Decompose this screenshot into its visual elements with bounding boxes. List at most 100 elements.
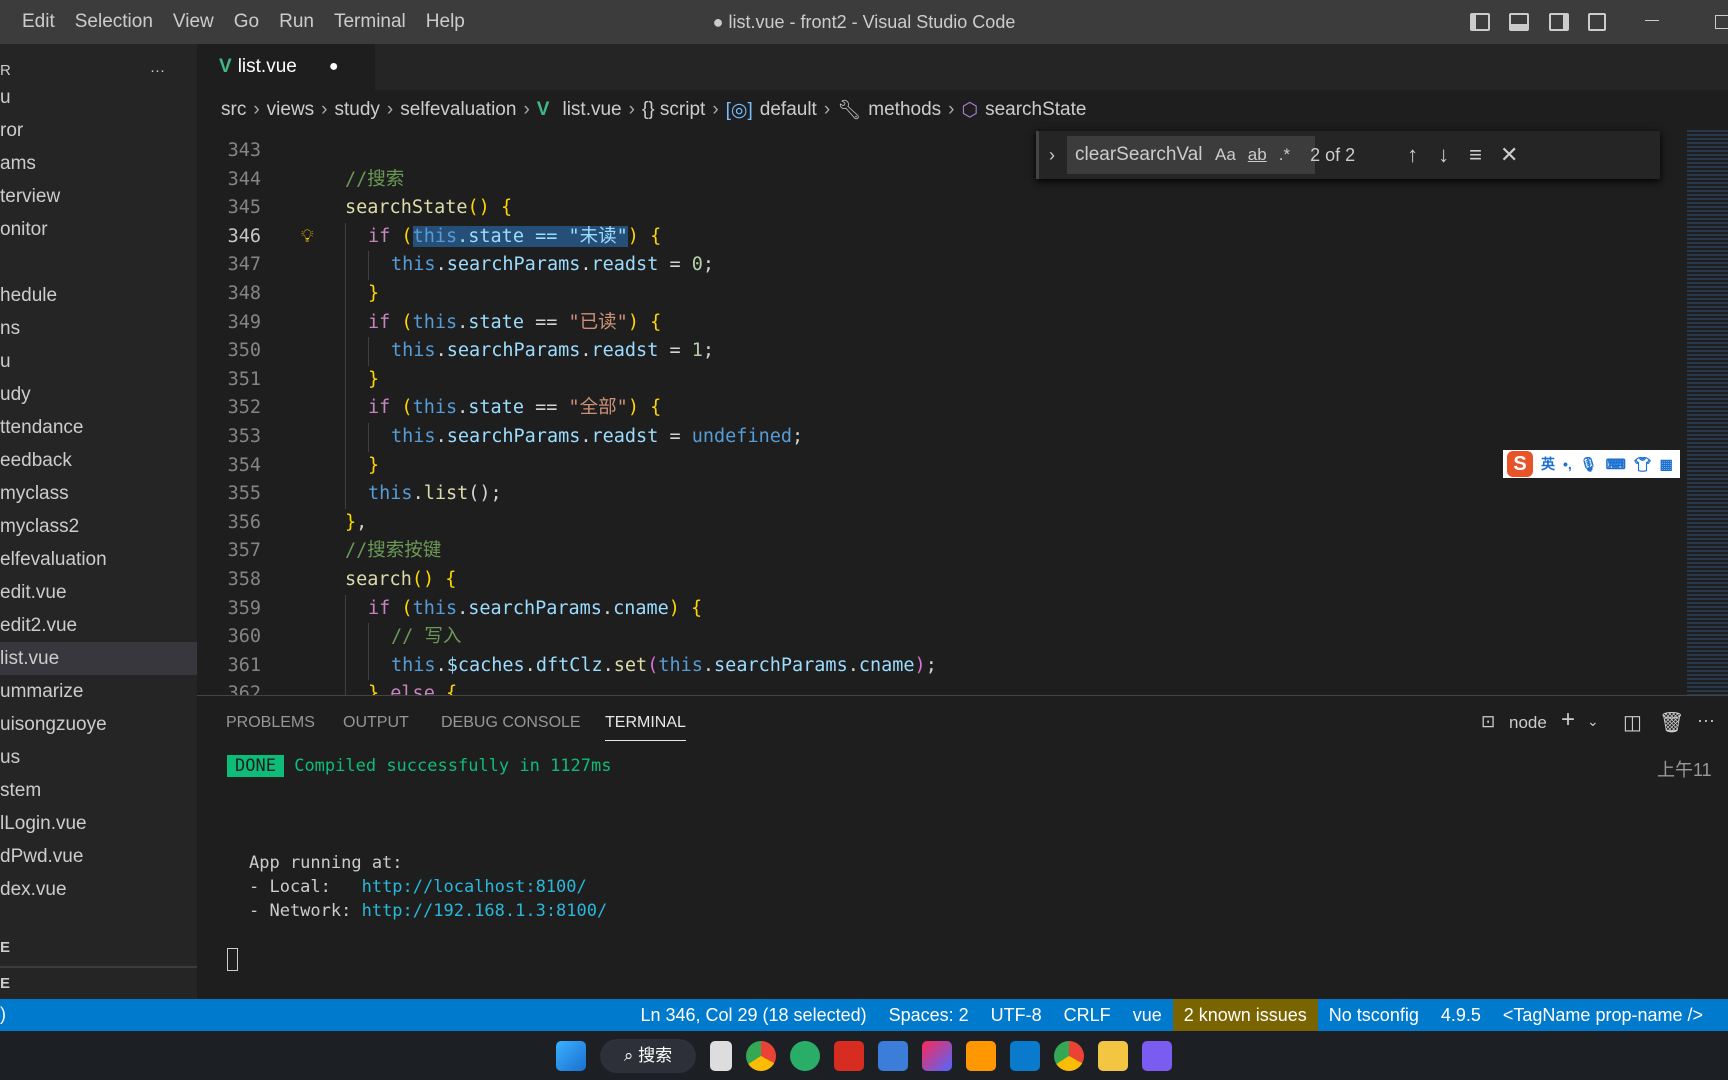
code-line[interactable]: } — [368, 280, 379, 309]
explorer-item[interactable]: myclass2 — [0, 510, 197, 543]
toggle-sidebar-icon[interactable] — [1470, 13, 1490, 31]
explorer-item[interactable]: ams — [0, 147, 197, 180]
skin-icon[interactable]: 👕︎ — [1634, 456, 1652, 473]
status-ts-version[interactable]: 4.9.5 — [1430, 999, 1492, 1031]
terminal-dropdown-icon[interactable]: ⌄ — [1587, 713, 1599, 730]
tab-output[interactable]: OUTPUT — [343, 714, 409, 732]
explorer-item[interactable]: u — [0, 345, 197, 378]
whole-word-button[interactable]: ab — [1248, 145, 1267, 165]
split-terminal-icon[interactable]: ◫ — [1623, 710, 1642, 735]
timeline-section[interactable]: E — [0, 975, 10, 992]
code-line[interactable]: search() { — [345, 566, 456, 595]
sublime-icon[interactable] — [966, 1040, 996, 1071]
toolbox-icon[interactable]: ▦ — [1660, 456, 1673, 473]
explorer-item[interactable]: ummarize — [0, 675, 197, 708]
status-indentation[interactable]: Spaces: 2 — [878, 999, 980, 1031]
menu-selection[interactable]: Selection — [65, 11, 163, 33]
code-line[interactable]: if (this.state == "未读") { — [368, 223, 661, 252]
status-encoding[interactable]: UTF-8 — [980, 999, 1053, 1031]
unsaved-dot-icon[interactable]: ● — [329, 58, 339, 76]
panel-more-icon[interactable]: ··· — [1697, 710, 1715, 731]
code-line[interactable]: this.searchParams.readst = 1; — [391, 337, 714, 366]
app-icon[interactable] — [1142, 1040, 1172, 1071]
breadcrumb-selfevaluation[interactable]: selfevaluation — [400, 99, 516, 121]
explorer-item[interactable]: ttendance — [0, 411, 197, 444]
breadcrumb-study[interactable]: study — [335, 99, 380, 121]
breadcrumb-src[interactable]: src — [221, 99, 246, 121]
code-line[interactable]: if (this.searchParams.cname) { — [368, 595, 702, 624]
explorer-item[interactable]: list.vue — [0, 642, 197, 675]
close-find-icon[interactable]: ✕ — [1500, 142, 1518, 168]
explorer-item[interactable]: hedule — [0, 279, 197, 312]
match-case-button[interactable]: Aa — [1215, 145, 1236, 165]
video-app-icon[interactable] — [878, 1040, 908, 1071]
tab-debug-console[interactable]: DEBUG CONSOLE — [441, 714, 581, 732]
menu-view[interactable]: View — [163, 11, 224, 33]
code-editor[interactable]: 343 344//搜索 345 searchState() {346 if (this.… — [197, 130, 1687, 695]
toggle-replace-chevron-icon[interactable]: › — [1049, 145, 1055, 166]
tab-problems[interactable]: PROBLEMS — [226, 714, 315, 732]
tab-list-vue[interactable]: V list.vue ● — [197, 44, 375, 90]
windows-start-icon[interactable] — [556, 1040, 586, 1071]
explorer-item[interactable]: edit.vue — [0, 576, 197, 609]
explorer-item[interactable]: dPwd.vue — [0, 840, 197, 873]
status-tag-casing[interactable]: <TagName prop-name /> — [1492, 999, 1714, 1031]
taskbar-search[interactable]: ⌕ 搜索 — [600, 1038, 696, 1073]
menu-terminal[interactable]: Terminal — [324, 11, 416, 33]
explorer-item[interactable]: myclass — [0, 477, 197, 510]
code-line[interactable]: } else { — [368, 680, 457, 695]
explorer-item[interactable] — [0, 246, 197, 279]
ime-language[interactable]: 英 — [1541, 454, 1555, 474]
jetbrains-icon[interactable] — [922, 1040, 952, 1071]
regex-button[interactable]: .* — [1279, 145, 1290, 165]
code-line[interactable]: } — [368, 366, 379, 395]
status-language[interactable]: vue — [1122, 999, 1173, 1031]
task-view-icon[interactable] — [710, 1040, 732, 1071]
status-tsconfig[interactable]: No tsconfig — [1318, 999, 1430, 1031]
explorer-item[interactable]: terview — [0, 180, 197, 213]
code-line[interactable]: this.$caches.dftClz.set(this.searchParam… — [391, 652, 937, 681]
terminal-shell-name[interactable]: node — [1509, 713, 1547, 733]
code-line[interactable]: this.searchParams.readst = undefined; — [391, 423, 803, 452]
explorer-item[interactable]: eedback — [0, 444, 197, 477]
status-remote[interactable]: ) — [0, 1004, 6, 1025]
code-line[interactable]: // 写入 — [391, 623, 461, 652]
toggle-secondary-sidebar-icon[interactable] — [1549, 13, 1569, 31]
ime-punctuation[interactable]: •, — [1563, 456, 1572, 472]
menu-edit[interactable]: Edit — [12, 11, 65, 33]
status-eol[interactable]: CRLF — [1053, 999, 1122, 1031]
find-in-selection-icon[interactable]: ≡ — [1469, 142, 1482, 168]
code-line[interactable]: if (this.state == "已读") { — [368, 309, 661, 338]
explorer-item[interactable]: u — [0, 81, 197, 114]
new-terminal-icon[interactable]: + — [1561, 706, 1575, 734]
breadcrumb-searchstate[interactable]: searchState — [985, 99, 1086, 121]
previous-match-icon[interactable]: ↑ — [1407, 142, 1418, 168]
outline-section[interactable]: E — [0, 939, 10, 956]
explorer-more-button[interactable]: ··· — [150, 62, 165, 79]
breadcrumb-default[interactable]: default — [760, 99, 817, 121]
code-line[interactable]: this.list(); — [368, 480, 502, 509]
explorer-item[interactable]: udy — [0, 378, 197, 411]
code-line[interactable]: } — [368, 452, 379, 481]
breadcrumb-methods[interactable]: methods — [868, 99, 941, 121]
status-cursor-position[interactable]: Ln 346, Col 29 (18 selected) — [629, 999, 877, 1031]
customize-layout-icon[interactable] — [1588, 13, 1606, 31]
explorer-item[interactable]: stem — [0, 774, 197, 807]
vscode-icon[interactable] — [1010, 1040, 1040, 1071]
explorer-item[interactable]: edit2.vue — [0, 609, 197, 642]
explorer-item[interactable]: ror — [0, 114, 197, 147]
maximize-icon[interactable] — [1715, 15, 1728, 29]
next-match-icon[interactable]: ↓ — [1438, 142, 1449, 168]
kill-terminal-icon[interactable]: 🗑︎ — [1659, 710, 1684, 735]
breadcrumb-file[interactable]: list.vue — [562, 99, 621, 121]
microphone-icon[interactable]: 🎙︎ — [1580, 456, 1598, 473]
explorer-item[interactable]: lLogin.vue — [0, 807, 197, 840]
menu-help[interactable]: Help — [416, 11, 475, 33]
explorer-item[interactable]: onitor — [0, 213, 197, 246]
status-known-issues[interactable]: 2 known issues — [1172, 999, 1318, 1031]
local-url-link[interactable]: http://localhost:8100/ — [362, 877, 587, 897]
breadcrumb-script[interactable]: {} script — [642, 99, 705, 121]
menu-go[interactable]: Go — [224, 11, 269, 33]
chrome-icon[interactable] — [746, 1040, 776, 1071]
code-line[interactable]: }, — [345, 509, 367, 538]
